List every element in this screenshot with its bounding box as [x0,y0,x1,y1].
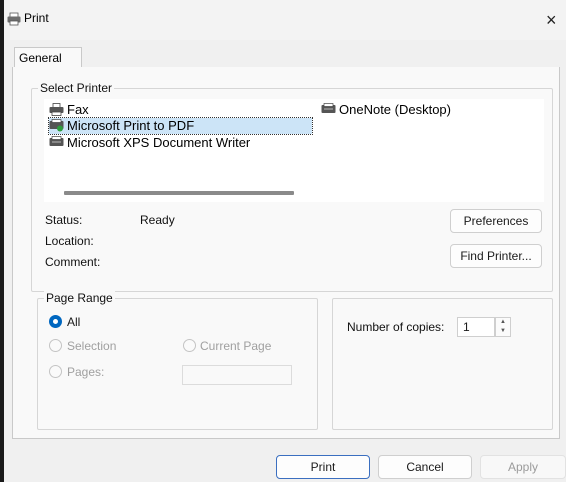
radio-all-label[interactable]: All [67,315,80,329]
select-printer-group: Select Printer Fax Microsoft Print to PD… [31,81,553,292]
copies-group: Number of copies: 1 ▲ ▼ [332,298,553,430]
fax-printer-icon [49,103,64,116]
radio-selection[interactable] [49,339,62,352]
preferences-button[interactable]: Preferences [450,209,542,233]
printer-icon [49,136,64,146]
find-printer-button[interactable]: Find Printer... [450,244,542,268]
printer-item-fax[interactable]: Fax [49,102,91,118]
printer-name: Microsoft Print to PDF [67,118,195,133]
radio-selection-label[interactable]: Selection [67,339,116,353]
scrollbar-thumb[interactable] [64,191,294,195]
printer-item-microsoft-print-to-pdf[interactable]: Microsoft Print to PDF [48,117,313,135]
printer-item-microsoft-xps-document-writer[interactable]: Microsoft XPS Document Writer [49,135,252,151]
radio-all[interactable] [49,315,62,328]
apply-button[interactable]: Apply [480,455,566,479]
printer-icon [321,103,336,113]
chevron-up-icon[interactable]: ▲ [496,318,510,327]
copies-label: Number of copies: [347,320,445,334]
printer-icon [7,12,21,26]
printer-item-onenote-desktop[interactable]: OneNote (Desktop) [321,102,453,118]
radio-current-page-label[interactable]: Current Page [200,339,271,353]
title-bar: Print × [4,0,566,40]
cancel-button[interactable]: Cancel [378,455,472,479]
select-printer-label: Select Printer [38,81,115,95]
radio-current-page[interactable] [183,339,196,352]
pdf-printer-icon [49,119,64,132]
page-range-group: Page Range All Selection Current Page Pa… [37,291,318,430]
printer-list-horizontal-scrollbar[interactable] [44,184,544,202]
radio-pages-label[interactable]: Pages: [67,365,104,379]
status-value: Ready [140,213,175,227]
print-dialog: Print × General Select Printer Fax Micro… [4,0,566,482]
general-tab-panel: Select Printer Fax Microsoft Print to PD… [12,67,560,439]
printer-name: Fax [67,102,89,117]
status-label: Status: [45,213,83,227]
radio-pages[interactable] [49,365,62,378]
printer-name: OneNote (Desktop) [339,102,451,117]
chevron-down-icon[interactable]: ▼ [496,327,510,336]
location-label: Location: [45,234,94,248]
comment-label: Comment: [45,255,101,269]
window-title: Print [24,11,49,25]
copies-input[interactable]: 1 [457,317,495,337]
copies-spinner[interactable]: ▲ ▼ [495,317,511,337]
tab-general[interactable]: General [14,47,82,69]
print-button[interactable]: Print [276,455,370,479]
printer-name: Microsoft XPS Document Writer [67,135,251,150]
page-range-label: Page Range [44,291,115,305]
close-button[interactable]: × [546,6,566,34]
pages-input[interactable] [182,365,292,385]
